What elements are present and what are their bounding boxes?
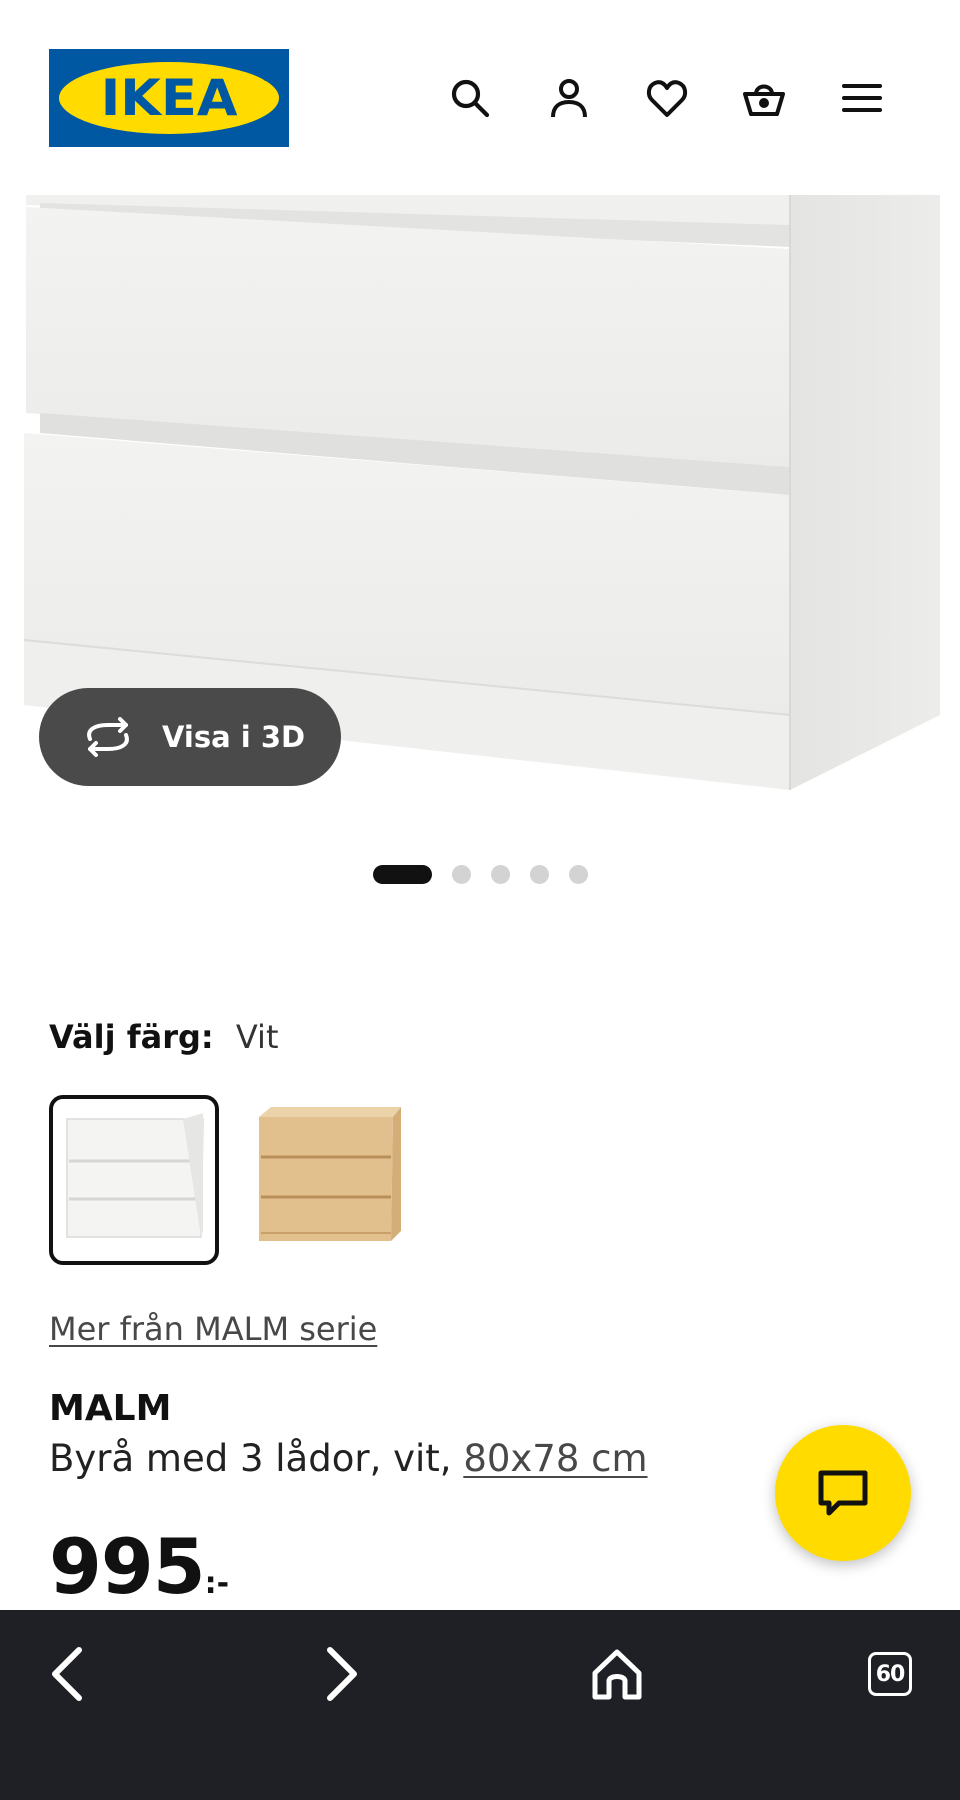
pagination-dot[interactable] xyxy=(530,864,549,884)
basket-icon[interactable] xyxy=(738,72,790,124)
menu-icon[interactable] xyxy=(836,72,888,124)
white-dresser-thumbnail xyxy=(66,1113,204,1238)
price-value: 995 xyxy=(49,1522,206,1611)
product-price: 995:- xyxy=(49,1522,229,1611)
product-description-text: Byrå med 3 lådor, vit, xyxy=(49,1437,452,1480)
product-size-link[interactable]: 80x78 cm xyxy=(463,1437,647,1480)
account-icon[interactable] xyxy=(543,72,595,124)
logo-text: IKEA xyxy=(100,69,238,127)
image-pagination xyxy=(373,864,588,884)
product-description: Byrå med 3 lådor, vit, 80x78 cm xyxy=(49,1437,648,1480)
pagination-dot[interactable] xyxy=(491,864,510,884)
color-label-title: Välj färg: xyxy=(49,1018,214,1056)
color-picker-label: Välj färg: Vit xyxy=(49,1018,278,1056)
pagination-dot[interactable] xyxy=(452,864,471,884)
view-in-3d-button[interactable]: Visa i 3D xyxy=(39,688,341,786)
product-image[interactable]: Visa i 3D xyxy=(0,195,960,835)
tab-count-badge: 60 xyxy=(868,1652,912,1696)
heart-icon[interactable] xyxy=(641,72,693,124)
chat-icon xyxy=(818,1470,868,1516)
home-icon xyxy=(592,1649,642,1700)
color-swatch-oak[interactable] xyxy=(245,1095,415,1265)
pagination-dot[interactable] xyxy=(569,864,588,884)
rotate-3d-icon xyxy=(87,717,129,757)
back-button[interactable] xyxy=(28,1634,108,1714)
series-link[interactable]: Mer från MALM serie xyxy=(49,1310,377,1348)
chevron-right-icon xyxy=(327,1647,357,1701)
view-in-3d-label: Visa i 3D xyxy=(162,720,306,754)
logo-registered-mark: ® xyxy=(261,71,272,84)
chat-button[interactable] xyxy=(775,1425,911,1561)
color-selected-value: Vit xyxy=(235,1018,279,1056)
color-swatch-white[interactable] xyxy=(49,1095,219,1265)
logo-oval: IKEA xyxy=(59,62,279,134)
product-name: MALM xyxy=(49,1388,172,1429)
oak-dresser-thumbnail xyxy=(259,1107,401,1241)
search-icon[interactable] xyxy=(444,72,496,124)
home-button[interactable] xyxy=(577,1634,657,1714)
browser-toolbar: 60 xyxy=(0,1610,960,1800)
site-header: IKEA ® xyxy=(0,0,960,195)
tabs-button[interactable]: 60 xyxy=(850,1634,930,1714)
chevron-left-icon xyxy=(52,1647,82,1701)
price-suffix: :- xyxy=(204,1566,230,1601)
forward-button[interactable] xyxy=(301,1634,381,1714)
pagination-dot-active[interactable] xyxy=(373,864,432,884)
ikea-logo[interactable]: IKEA ® xyxy=(49,49,289,147)
